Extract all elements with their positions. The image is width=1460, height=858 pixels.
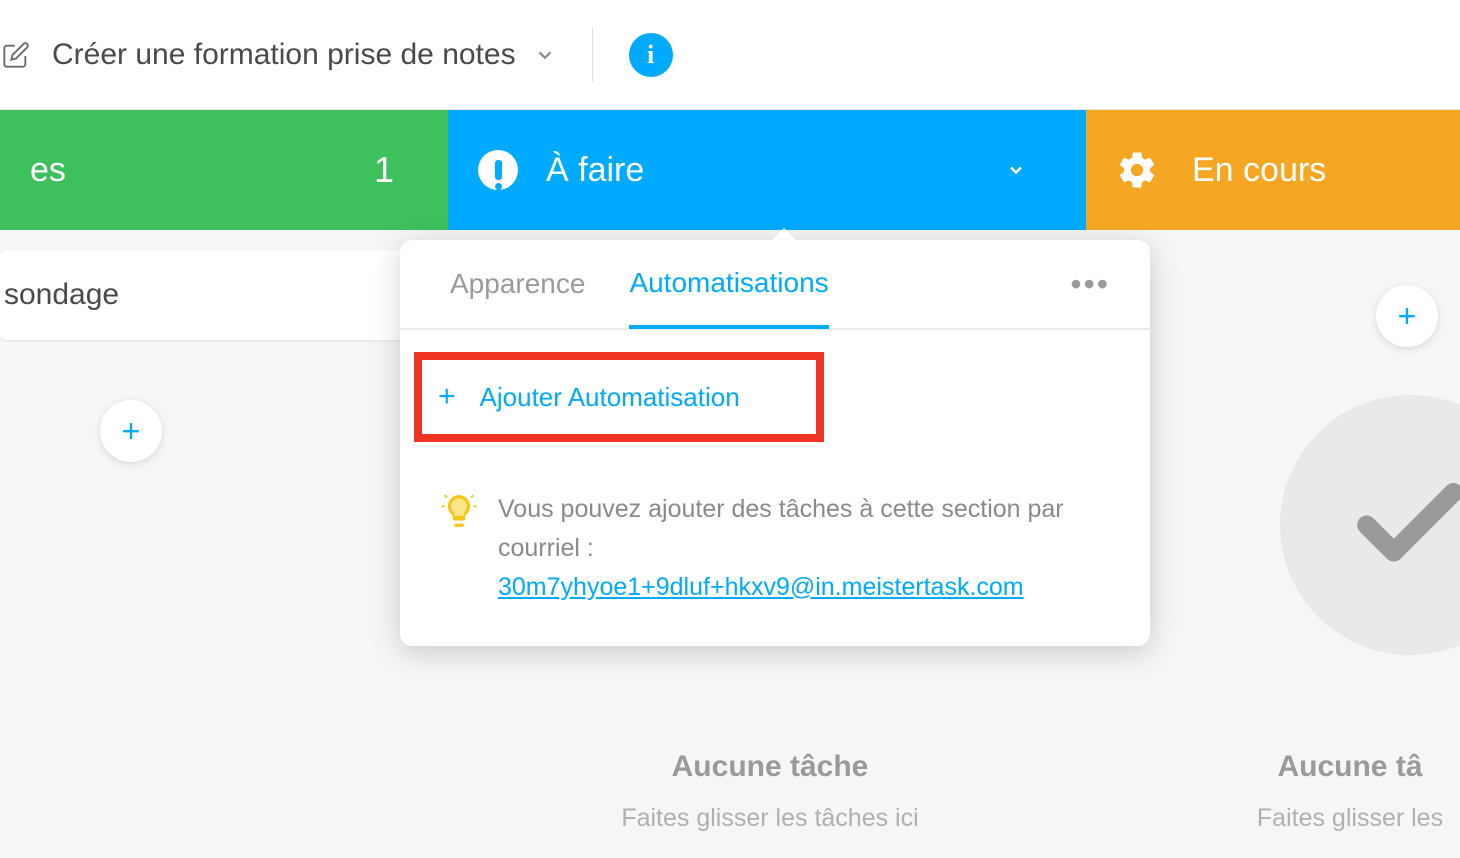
add-task-button[interactable]: + <box>1376 285 1438 347</box>
lightbulb-icon <box>440 492 478 530</box>
column-green-count: 1 <box>374 149 394 191</box>
chevron-down-icon[interactable] <box>534 44 556 66</box>
add-automation-label: Ajouter Automatisation <box>480 382 740 413</box>
tab-automations[interactable]: Automatisations <box>629 267 828 329</box>
empty-subtitle: Faites glisser les <box>1200 804 1460 833</box>
hint-email-link[interactable]: 30m7yhyoe1+9dluf+hkxv9@in.meistertask.co… <box>498 573 1024 601</box>
alert-icon <box>478 150 518 190</box>
empty-title: Aucune tâ <box>1200 750 1460 784</box>
columns-row: es 1 À faire En cours <box>0 110 1460 230</box>
column-settings-dropdown: Apparence Automatisations ••• + Ajouter … <box>400 240 1150 646</box>
tab-appearance[interactable]: Apparence <box>450 268 585 326</box>
column-orange-title: En cours <box>1192 151 1326 190</box>
column-header-green[interactable]: es 1 <box>0 110 448 230</box>
divider <box>592 27 593 82</box>
hint-row: Vous pouvez ajouter des tâches à cette s… <box>400 464 1150 646</box>
chevron-down-icon[interactable] <box>1006 160 1026 180</box>
hint-text: Vous pouvez ajouter des tâches à cette s… <box>498 490 1110 606</box>
task-card[interactable]: sondage <box>0 250 448 340</box>
column-header-orange[interactable]: En cours <box>1086 110 1460 230</box>
empty-state: Aucune tâ Faites glisser les <box>1200 750 1460 833</box>
add-task-button[interactable]: + <box>100 400 162 462</box>
empty-subtitle: Faites glisser les tâches ici <box>600 804 940 833</box>
add-automation-button[interactable]: + Ajouter Automatisation <box>414 352 824 442</box>
column-header-blue[interactable]: À faire <box>448 110 1086 230</box>
empty-title: Aucune tâche <box>600 750 940 784</box>
info-icon[interactable]: i <box>629 33 673 77</box>
project-title[interactable]: Créer une formation prise de notes <box>52 38 516 72</box>
top-bar: Créer une formation prise de notes i <box>0 0 1460 110</box>
column-green-title: es <box>30 151 66 190</box>
more-icon[interactable]: ••• <box>1070 266 1110 303</box>
edit-icon[interactable] <box>2 41 30 69</box>
tabs-row: Apparence Automatisations ••• <box>400 240 1150 330</box>
column-blue-title: À faire <box>546 151 644 190</box>
gear-icon <box>1116 149 1158 191</box>
empty-state: Aucune tâche Faites glisser les tâches i… <box>600 750 940 833</box>
plus-icon: + <box>438 380 456 414</box>
